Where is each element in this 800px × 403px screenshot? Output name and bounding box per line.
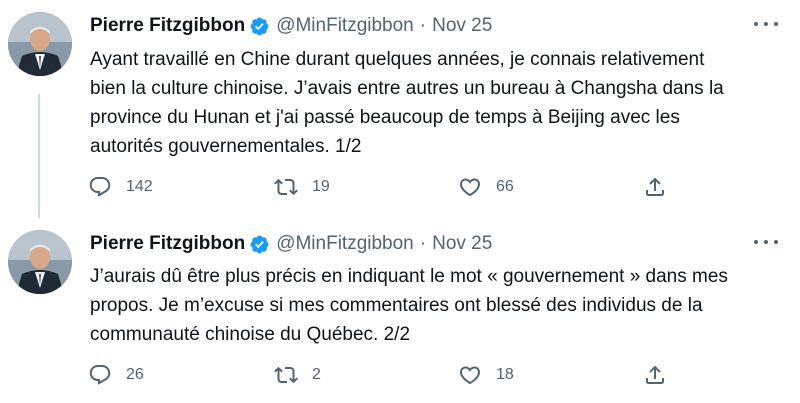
tweet-actions: 142 19 66 xyxy=(88,172,688,202)
retweet-button[interactable]: 19 xyxy=(274,172,330,202)
tweet-text-line: propos. Je m’excuse si mes commentaires … xyxy=(90,295,703,316)
share-button[interactable] xyxy=(643,172,681,202)
verified-badge-icon xyxy=(249,16,270,37)
retweet-count: 2 xyxy=(312,366,321,383)
reply-icon xyxy=(89,177,111,197)
handle[interactable]: @MinFitzgibbon xyxy=(276,15,414,37)
reply-count: 142 xyxy=(126,178,153,195)
share-icon xyxy=(646,177,664,196)
tweet-text-line: province du Hunan et j'ai passé beaucoup… xyxy=(90,107,680,128)
retweet-icon xyxy=(274,366,298,384)
retweet-count: 19 xyxy=(312,178,330,195)
tweet-actions: 26 2 18 xyxy=(88,360,688,390)
tweet-text-line: J’aurais dû être plus précis en indiquan… xyxy=(90,266,728,287)
tweet-header: Pierre Fitzgibbon @MinFitzgibbon · Nov 2… xyxy=(90,12,780,40)
more-options-icon[interactable] xyxy=(754,14,778,34)
like-button[interactable]: 18 xyxy=(458,360,514,390)
tweet-text: J’aurais dû être plus précis en indiquan… xyxy=(90,262,780,349)
display-name[interactable]: Pierre Fitzgibbon xyxy=(90,15,245,37)
retweet-button[interactable]: 2 xyxy=(274,360,321,390)
share-icon xyxy=(646,365,664,384)
tweet-text-line: autorités gouvernementales. 1/2 xyxy=(90,136,362,157)
tweet-text: Ayant travaillé en Chine durant quelques… xyxy=(90,45,780,161)
retweet-icon xyxy=(274,178,298,196)
avatar[interactable] xyxy=(8,230,72,294)
separator-dot: · xyxy=(419,15,427,36)
more-options-icon[interactable] xyxy=(754,232,778,252)
separator-dot: · xyxy=(419,233,427,254)
like-count: 18 xyxy=(496,366,514,383)
tweet-date[interactable]: Nov 25 xyxy=(432,233,492,255)
thread-connector-line xyxy=(38,94,40,218)
tweet-header: Pierre Fitzgibbon @MinFitzgibbon · Nov 2… xyxy=(90,230,780,258)
verified-badge-icon xyxy=(249,234,270,255)
tweet-text-line: Ayant travaillé en Chine durant quelques… xyxy=(90,49,705,70)
like-count: 66 xyxy=(496,178,514,195)
handle[interactable]: @MinFitzgibbon xyxy=(276,233,414,255)
avatar[interactable] xyxy=(8,12,72,76)
like-button[interactable]: 66 xyxy=(458,172,514,202)
reply-icon xyxy=(89,365,111,385)
reply-button[interactable]: 142 xyxy=(88,172,153,202)
reply-count: 26 xyxy=(126,366,144,383)
reply-button[interactable]: 26 xyxy=(88,360,144,390)
tweet-text-line: communauté chinoise du Québec. 2/2 xyxy=(90,324,411,345)
heart-icon xyxy=(459,366,481,385)
heart-icon xyxy=(459,178,481,197)
display-name[interactable]: Pierre Fitzgibbon xyxy=(90,233,245,255)
tweet-text-line: bien la culture chinoise. J’avais entre … xyxy=(90,78,724,99)
tweet-date[interactable]: Nov 25 xyxy=(432,15,492,37)
share-button[interactable] xyxy=(643,360,681,390)
